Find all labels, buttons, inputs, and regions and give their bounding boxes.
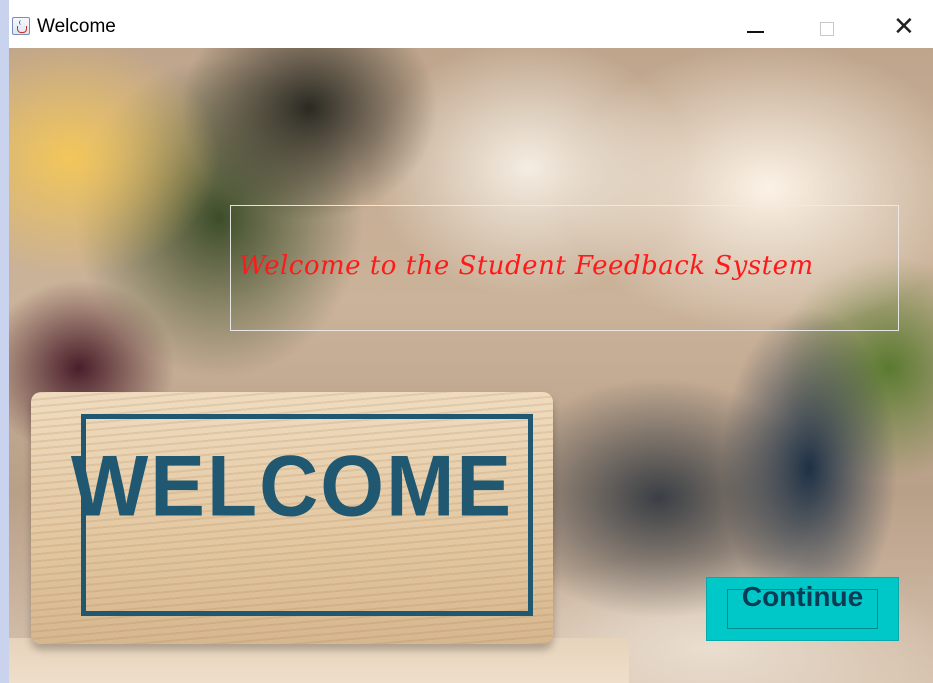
- sign-text: WELCOME: [70, 438, 514, 535]
- continue-button[interactable]: Continue: [706, 577, 899, 641]
- table-surface: [9, 638, 629, 683]
- java-cup-icon: [12, 17, 30, 35]
- welcome-panel: WELCOME Welcome to the Student Feedback …: [9, 48, 933, 683]
- welcome-message: Welcome to the Student Feedback System: [239, 251, 814, 281]
- close-icon: ✕: [893, 12, 915, 42]
- minimize-button[interactable]: [732, 8, 778, 48]
- welcome-message-box: Welcome to the Student Feedback System: [230, 205, 899, 331]
- title-bar[interactable]: Welcome ✕: [9, 0, 933, 48]
- window-title: Welcome: [37, 16, 116, 37]
- app-window: Welcome ✕ WELCOME Welcome to the Student…: [0, 0, 933, 683]
- welcome-sign-image: WELCOME: [31, 392, 553, 644]
- minimize-icon: [747, 31, 764, 33]
- continue-label: Continue: [741, 581, 864, 612]
- close-button[interactable]: ✕: [881, 8, 927, 48]
- maximize-icon: [820, 22, 834, 36]
- maximize-button[interactable]: [805, 8, 851, 48]
